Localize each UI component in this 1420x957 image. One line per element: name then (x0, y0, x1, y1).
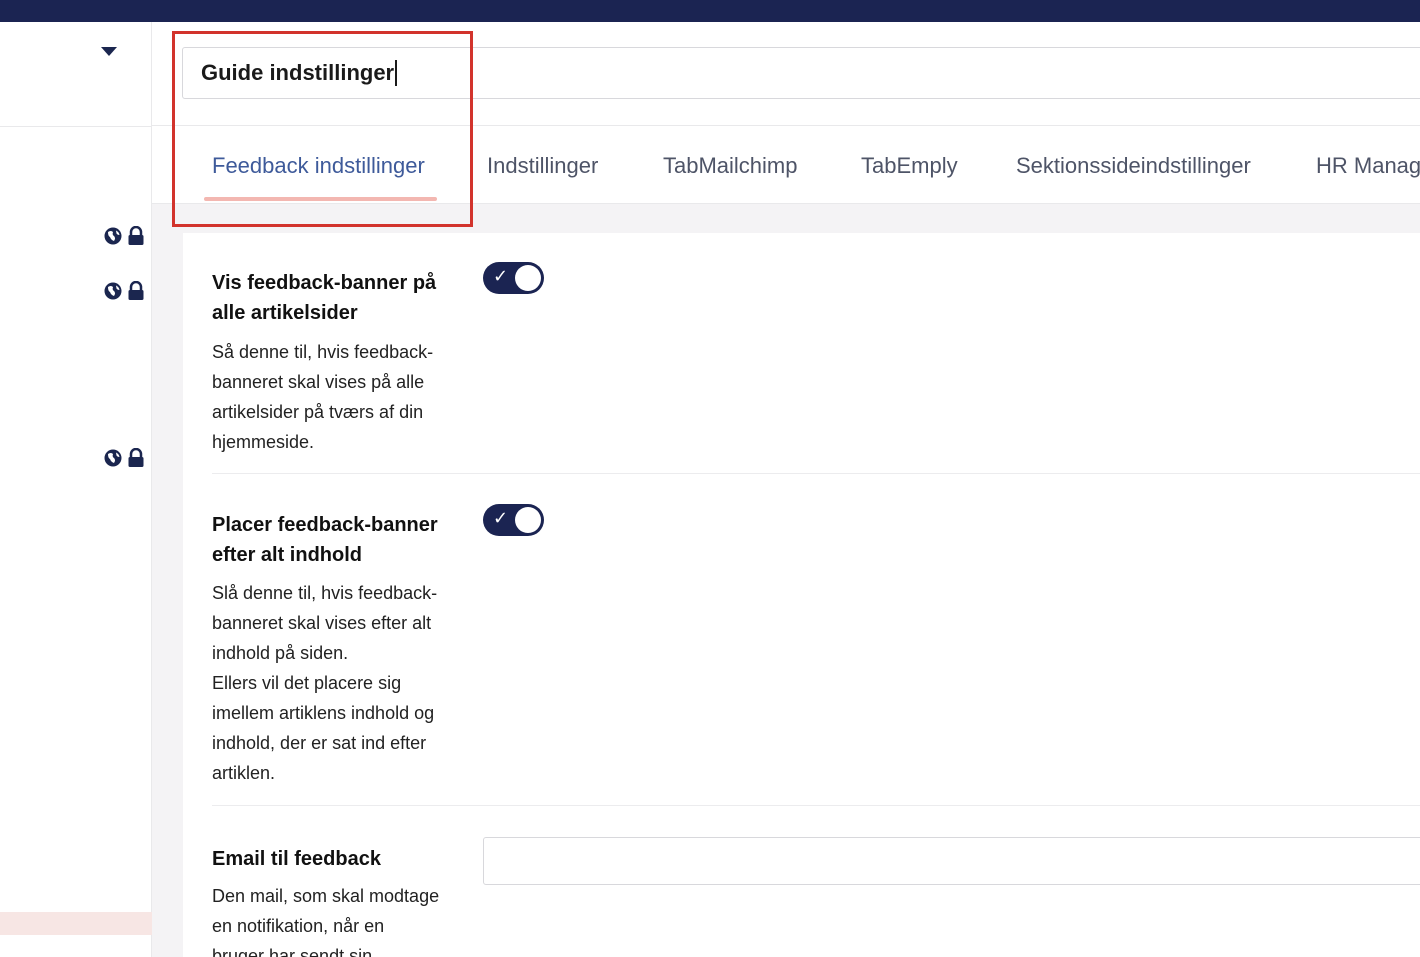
property-label: Placer feedback-banner efter alt indhold (212, 510, 457, 570)
property-label: Email til feedback (212, 844, 457, 874)
globe-icon (104, 227, 122, 245)
lock-icon (128, 226, 144, 245)
label-line: Vis feedback-banner på (212, 272, 437, 294)
toggle-knob (515, 265, 541, 291)
property-icons-row (103, 447, 145, 469)
property-description: Den mail, som skal modtage en notifikati… (212, 881, 457, 957)
property-divider (212, 805, 1420, 806)
tab-hr-manag[interactable]: HR Manag (1316, 127, 1420, 204)
property-description: Så denne til, hvis feedback- banneret sk… (212, 337, 457, 457)
show-feedback-banner-toggle[interactable]: ✓ (483, 262, 544, 294)
label-line: alle artikelsider (212, 302, 358, 324)
description-line: Den mail, som skal modtage (212, 886, 440, 906)
tab-tabemply[interactable]: TabEmply (861, 127, 958, 204)
description-line: artikelsider på tværs af din (212, 402, 424, 422)
check-icon: ✓ (493, 508, 509, 529)
text-cursor (395, 60, 398, 86)
left-sidebar (0, 22, 152, 957)
tabs-bar: Feedback indstillinger Indstillinger Tab… (152, 127, 1420, 204)
description-line: indhold på siden. (212, 643, 349, 663)
feedback-email-input[interactable] (483, 837, 1420, 885)
label-line: Email til feedback (212, 848, 381, 870)
tab-indstillinger[interactable]: Indstillinger (487, 127, 598, 204)
description-line: bruger har sendt sin (212, 946, 373, 957)
place-feedback-banner-toggle[interactable]: ✓ (483, 504, 544, 536)
description-line: banneret skal vises på alle (212, 372, 425, 392)
chevron-down-icon[interactable] (101, 47, 117, 56)
property-divider (212, 473, 1420, 474)
description-line: Slå denne til, hvis feedback- (212, 583, 438, 603)
lock-icon (128, 448, 144, 467)
description-line: Ellers vil det placere sig (212, 673, 402, 693)
tab-feedback-indstillinger[interactable]: Feedback indstillinger (212, 127, 425, 204)
description-line: banneret skal vises efter alt (212, 613, 432, 633)
toggle-knob (515, 507, 541, 533)
active-tab-indicator (204, 197, 437, 201)
properties-panel: Vis feedback-banner på alle artikelsider… (183, 233, 1420, 957)
tab-tabmailchimp[interactable]: TabMailchimp (663, 127, 798, 204)
description-line: imellem artiklens indhold og (212, 703, 435, 723)
node-name-input[interactable]: Guide indstillinger (182, 47, 1420, 99)
description-line: hjemmeside. (212, 432, 315, 452)
description-line: indhold, der er sat ind efter (212, 733, 427, 753)
label-line: efter alt indhold (212, 544, 362, 566)
description-line: Så denne til, hvis feedback- (212, 342, 434, 362)
globe-icon (104, 282, 122, 300)
label-line: Placer feedback-banner (212, 514, 438, 536)
lock-icon (128, 281, 144, 300)
property-description: Slå denne til, hvis feedback- banneret s… (212, 578, 457, 788)
property-icons-row (103, 225, 145, 247)
property-icons-row (103, 280, 145, 302)
description-line: en notifikation, når en (212, 916, 385, 936)
tab-sektionssideindstillinger[interactable]: Sektionssideindstillinger (1016, 127, 1251, 204)
description-line: artiklen. (212, 763, 276, 783)
top-bar (0, 0, 1420, 22)
check-icon: ✓ (493, 266, 509, 287)
globe-icon (104, 449, 122, 467)
property-label: Vis feedback-banner på alle artikelsider (212, 268, 457, 328)
node-name-value: Guide indstillinger (201, 60, 395, 85)
sidebar-divider (0, 126, 152, 127)
sidebar-active-item[interactable] (0, 912, 152, 935)
